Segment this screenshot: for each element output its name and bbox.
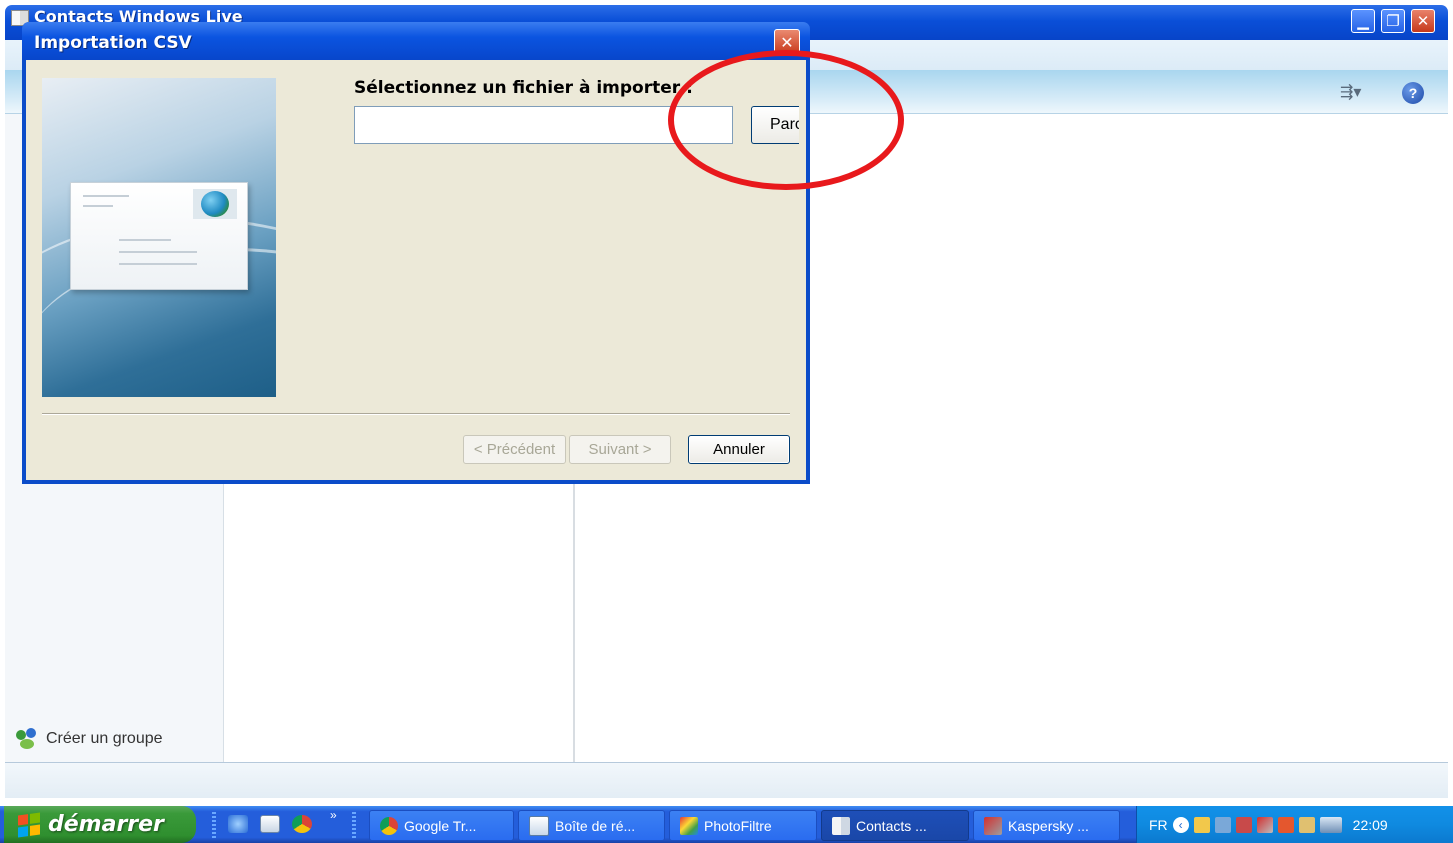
close-icon: ✕	[780, 32, 794, 52]
clock[interactable]: 22:09	[1353, 817, 1388, 833]
envelope-icon	[70, 182, 248, 290]
photofiltre-icon	[680, 816, 698, 835]
restore-icon: ❐	[1386, 12, 1400, 30]
minimize-icon: ▁	[1357, 12, 1369, 30]
start-button[interactable]: démarrer	[4, 806, 196, 843]
task-photofiltre[interactable]: PhotoFiltre	[669, 810, 817, 841]
restore-button[interactable]: ❐	[1381, 9, 1405, 33]
next-button[interactable]: Suivant >	[569, 435, 671, 464]
task-kaspersky[interactable]: Kaspersky ...	[973, 810, 1120, 841]
task-label: Boîte de ré...	[555, 817, 636, 834]
kaspersky-tray-icon[interactable]	[1256, 816, 1273, 833]
task-label: PhotoFiltre	[704, 817, 772, 834]
contacts-icon	[832, 816, 850, 835]
network-tray-icon[interactable]	[1214, 816, 1231, 833]
taskbar-grip[interactable]	[212, 812, 216, 838]
desktop-icon[interactable]	[260, 815, 280, 833]
security-tray-icon[interactable]	[1235, 816, 1252, 833]
show-hidden-icons-icon[interactable]: ‹	[1172, 816, 1189, 833]
status-bar	[5, 762, 1448, 798]
task-google-translate[interactable]: Google Tr...	[369, 810, 514, 841]
quicklaunch-overflow-icon[interactable]: »	[330, 808, 337, 822]
help-icon[interactable]: ?	[1402, 82, 1424, 104]
cancel-button[interactable]: Annuler	[688, 435, 790, 464]
kaspersky-icon	[984, 816, 1002, 835]
create-group-label: Créer un groupe	[46, 730, 163, 747]
dialog-title: Importation CSV	[34, 33, 192, 53]
update-tray-icon[interactable]	[1298, 816, 1315, 833]
dialog-separator	[42, 413, 790, 415]
folder-tray-icon[interactable]	[1193, 816, 1210, 833]
layout-menu-icon[interactable]: ⇶▾	[1340, 82, 1370, 102]
ie-icon[interactable]	[228, 815, 248, 833]
create-group-link[interactable]: Créer un groupe	[16, 728, 163, 750]
start-label: démarrer	[48, 812, 164, 837]
language-indicator[interactable]: FR	[1149, 817, 1168, 833]
annotation-red-circle	[668, 50, 904, 190]
chrome-icon	[380, 816, 398, 835]
task-contacts[interactable]: Contacts ...	[821, 810, 969, 841]
task-label: Contacts ...	[856, 817, 927, 834]
close-icon: ✕	[1416, 12, 1430, 30]
app-tray-icon[interactable]	[1277, 816, 1294, 833]
close-window-button[interactable]: ✕	[1411, 9, 1435, 33]
group-icon	[16, 728, 40, 750]
previous-button[interactable]: < Précédent	[463, 435, 566, 464]
task-label: Google Tr...	[404, 817, 477, 834]
chrome-quicklaunch-icon[interactable]	[292, 815, 312, 833]
task-label: Kaspersky ...	[1008, 817, 1089, 834]
minimize-button[interactable]: ▁	[1351, 9, 1375, 33]
windows-flag-icon	[18, 811, 40, 838]
task-inbox[interactable]: Boîte de ré...	[518, 810, 665, 841]
display-tray-icon[interactable]	[1319, 816, 1342, 833]
mail-icon	[529, 815, 549, 836]
globe-icon	[193, 189, 237, 219]
system-tray: FR ‹ 22:09	[1136, 806, 1453, 843]
file-prompt-label: Sélectionnez un fichier à importer :	[354, 78, 693, 98]
taskbar-grip[interactable]	[352, 812, 356, 838]
